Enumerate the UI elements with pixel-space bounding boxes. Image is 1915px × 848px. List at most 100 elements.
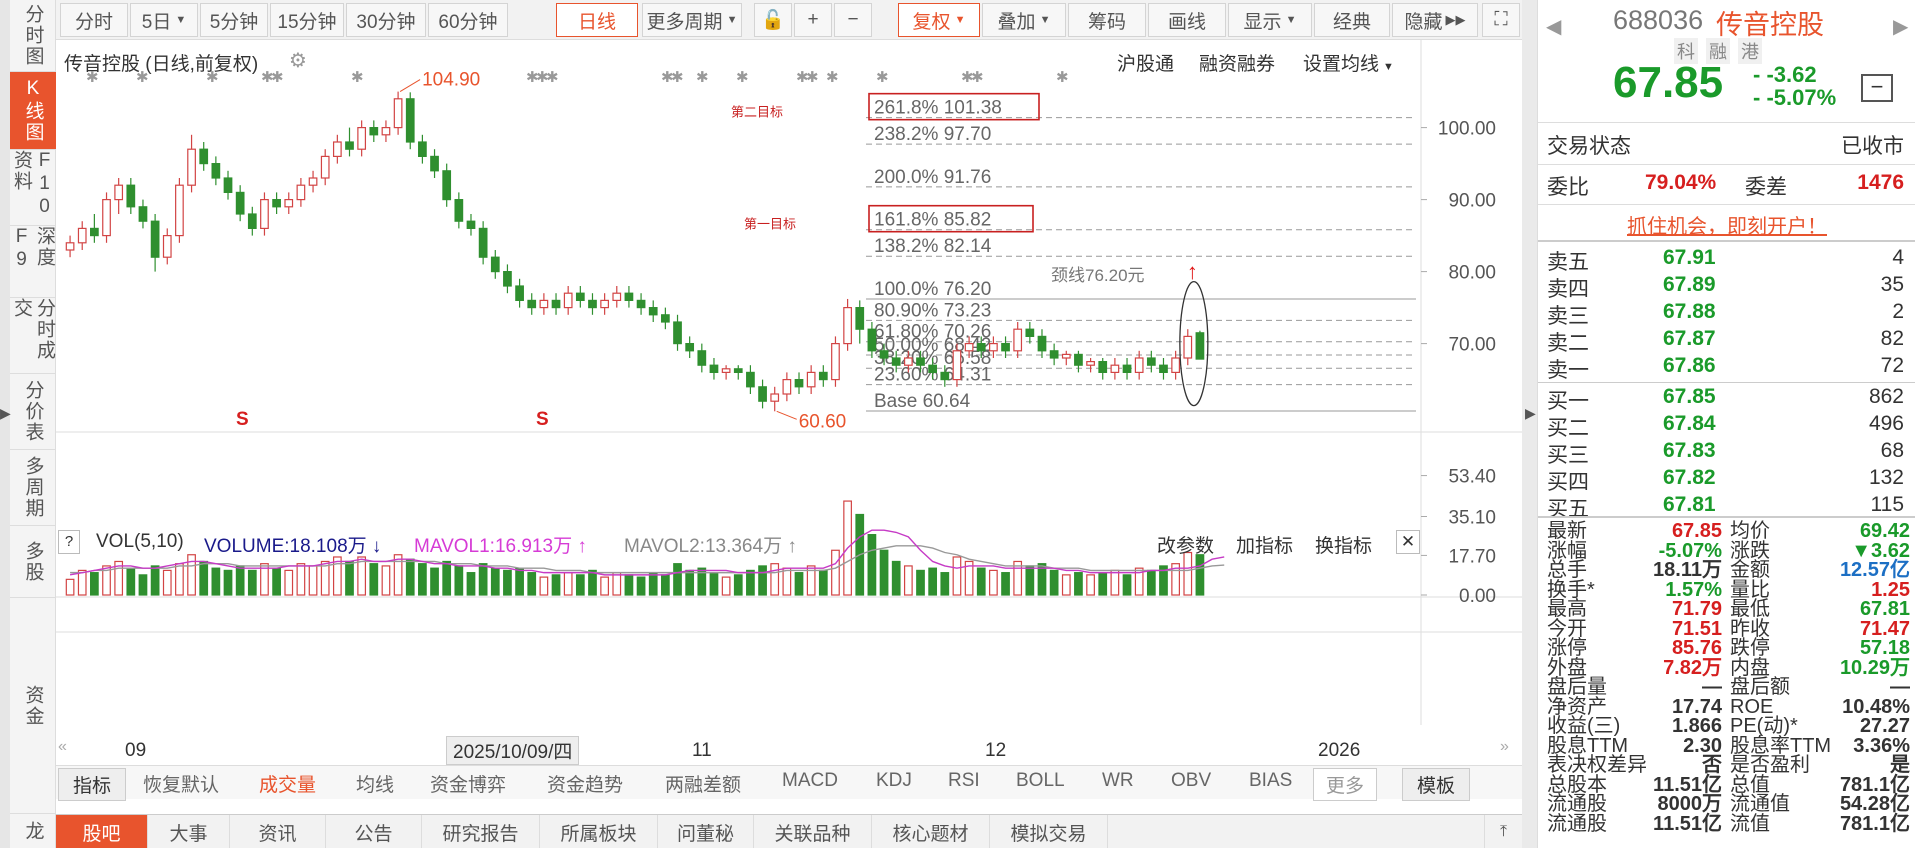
candle-body (794, 379, 804, 388)
tab-wr[interactable]: WR (1102, 770, 1134, 792)
volume-bar (454, 565, 464, 596)
stat-label: 表决权差异 (1547, 754, 1647, 776)
volume-bar (575, 574, 585, 596)
volume-bar (1086, 574, 1095, 596)
tab-announcements[interactable]: 公告 (326, 815, 422, 848)
link-change-indicator[interactable]: 换指标 (1315, 531, 1372, 558)
next-stock-icon[interactable]: ▶ (1893, 14, 1908, 39)
nav-depth-f9[interactable]: 深度F9 (10, 226, 56, 298)
candle-body (636, 299, 646, 309)
lock-icon[interactable]: 🔓 (754, 3, 792, 37)
tab-restore-default[interactable]: 恢复默认 (143, 770, 219, 797)
nav-f10[interactable]: F10资料 (10, 150, 56, 226)
tab-related[interactable]: 关联品种 (754, 815, 872, 848)
link-edit-params[interactable]: 改参数 (1157, 531, 1214, 558)
expand-up-icon[interactable]: ⤒ (1484, 815, 1522, 848)
adjust-button[interactable]: 复权 ▼ (898, 3, 980, 37)
tab-ask-secretary[interactable]: 问董秘 (658, 815, 754, 848)
nav-intraday[interactable]: 分时图 (10, 0, 56, 72)
tab-bias[interactable]: BIAS (1249, 770, 1292, 792)
hide-button[interactable]: 隐藏 ▶▶ (1392, 3, 1478, 37)
minimize-icon[interactable]: − (1861, 74, 1893, 102)
candle-body (162, 235, 172, 258)
draw-line-button[interactable]: 画线 (1148, 3, 1226, 37)
book-price: 67.82 (1663, 466, 1716, 489)
tab-fund-trend[interactable]: 资金趋势 (547, 770, 623, 797)
tab-macd[interactable]: MACD (782, 770, 838, 792)
vol-label: VOL(5,10) (96, 531, 184, 552)
open-account-link[interactable]: 抓住机会，即刻开户！ (1538, 210, 1915, 239)
classic-button[interactable]: 经典 (1314, 3, 1390, 37)
candle-body (697, 350, 707, 366)
tab-guba[interactable]: 股吧 (56, 815, 148, 848)
fullscreen-icon[interactable]: ⛶ (1482, 3, 1520, 37)
kline-chart[interactable]: 100.00 90.00 80.00 70.00 261.8% 101.38 238.2%… (56, 40, 1522, 765)
link-add-indicator[interactable]: 加指标 (1236, 531, 1293, 558)
stat-value: 67.81 (1859, 598, 1910, 620)
stat-value: 18.11万 (1653, 559, 1722, 581)
stat-value: -5.07% (1658, 539, 1722, 562)
volume-bar (296, 563, 306, 596)
period-daily[interactable]: 日线 (556, 3, 638, 37)
book-volume: 4 (1892, 246, 1904, 269)
tab-margin-diff[interactable]: 两融差额 (665, 770, 741, 797)
period-5day[interactable]: 5日 ▼ (130, 3, 198, 37)
period-intraday[interactable]: 分时 (60, 3, 128, 37)
book-price: 67.83 (1663, 439, 1716, 462)
period-5min[interactable]: 5分钟 (200, 3, 268, 37)
help-icon[interactable]: ? (58, 530, 80, 554)
tab-ma[interactable]: 均线 (356, 770, 394, 797)
chips-button[interactable]: 筹码 (1068, 3, 1146, 37)
candle-body (1146, 357, 1156, 366)
nav-funds[interactable]: 资金 (10, 598, 56, 814)
period-60min[interactable]: 60分钟 (428, 3, 508, 37)
tab-core-themes[interactable]: 核心题材 (872, 815, 990, 848)
nav-kline[interactable]: K线图 (10, 72, 56, 150)
tab-indicator[interactable]: 指标 (58, 768, 127, 801)
tab-boll[interactable]: BOLL (1016, 770, 1065, 792)
tab-more[interactable]: 更多 (1313, 768, 1378, 801)
nav-dragon[interactable]: 龙 (10, 814, 56, 848)
tab-kdj[interactable]: KDJ (876, 770, 912, 792)
stat-value: — (1702, 676, 1722, 698)
stat-value: 2.30 (1683, 734, 1722, 757)
zoom-in-icon[interactable]: + (794, 3, 832, 37)
candle-body (1049, 350, 1059, 359)
nav-tick-trades[interactable]: 分时成交 (10, 298, 56, 374)
overlay-button[interactable]: 叠加 ▼ (982, 3, 1066, 37)
scroll-left-icon[interactable]: « (58, 738, 67, 756)
volume-bar (891, 560, 901, 596)
tab-research[interactable]: 研究报告 (422, 815, 540, 848)
last-price: 67.85 (1613, 58, 1724, 107)
tab-volume[interactable]: 成交量 (259, 770, 316, 797)
tab-fund-game[interactable]: 资金博弈 (430, 770, 506, 797)
tab-simulated-trading[interactable]: 模拟交易 (990, 815, 1108, 848)
nav-multi-period[interactable]: 多周期 (10, 450, 56, 526)
display-button[interactable]: 显示 ▼ (1228, 3, 1312, 37)
nav-multi-stock[interactable]: 多股 (10, 526, 56, 598)
zoom-out-icon[interactable]: − (834, 3, 872, 37)
prev-stock-icon[interactable]: ◀ (1546, 14, 1561, 39)
book-level-label: 卖一 (1547, 359, 1589, 382)
period-30min[interactable]: 30分钟 (346, 3, 426, 37)
nav-price-table[interactable]: 分价表 (10, 374, 56, 450)
scroll-right-icon[interactable]: » (1500, 738, 1509, 756)
tab-events[interactable]: 大事 (148, 815, 230, 848)
panel-splitter[interactable]: ▶ (1522, 0, 1537, 848)
period-15min[interactable]: 15分钟 (270, 3, 344, 37)
volume-bar (430, 567, 439, 596)
tab-rsi[interactable]: RSI (948, 770, 980, 792)
candle-body (102, 199, 111, 237)
y-tick-label: 90.00 (1448, 191, 1496, 212)
volume-bar (466, 572, 476, 596)
tab-obv[interactable]: OBV (1171, 770, 1211, 792)
tab-sectors[interactable]: 所属板块 (540, 815, 658, 848)
book-level-label: 卖二 (1547, 332, 1589, 355)
tab-news[interactable]: 资讯 (230, 815, 326, 848)
close-icon[interactable]: ✕ (1396, 530, 1420, 554)
tab-template[interactable]: 模板 (1402, 768, 1471, 801)
collapse-left-icon[interactable]: ▶ (0, 405, 11, 422)
period-more[interactable]: 更多周期 ▼ (642, 3, 742, 37)
candle-body (138, 206, 148, 222)
book-volume: 862 (1868, 385, 1904, 408)
